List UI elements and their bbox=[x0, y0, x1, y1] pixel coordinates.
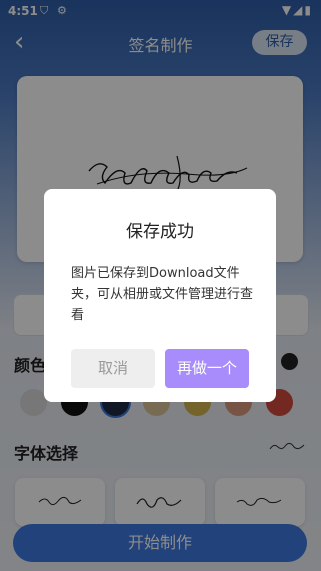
dialog-message: 图片已保存到Download文件 夹，可从相册或文件管理进行查 看 bbox=[71, 263, 257, 326]
dialog-title: 保存成功 bbox=[126, 222, 194, 242]
redo-button[interactable]: 再做一个 bbox=[165, 349, 249, 388]
cancel-button[interactable]: 取消 bbox=[71, 349, 155, 388]
dialog-message-line-3: 看 bbox=[71, 308, 85, 323]
dialog-message-line-1: 图片已保存到Download文件 bbox=[71, 266, 240, 281]
dialog-message-line-2: 夹，可从相册或文件管理进行查 bbox=[71, 287, 254, 302]
save-success-dialog: 保存成功 图片已保存到Download文件 夹，可从相册或文件管理进行查 看 取… bbox=[44, 189, 276, 402]
